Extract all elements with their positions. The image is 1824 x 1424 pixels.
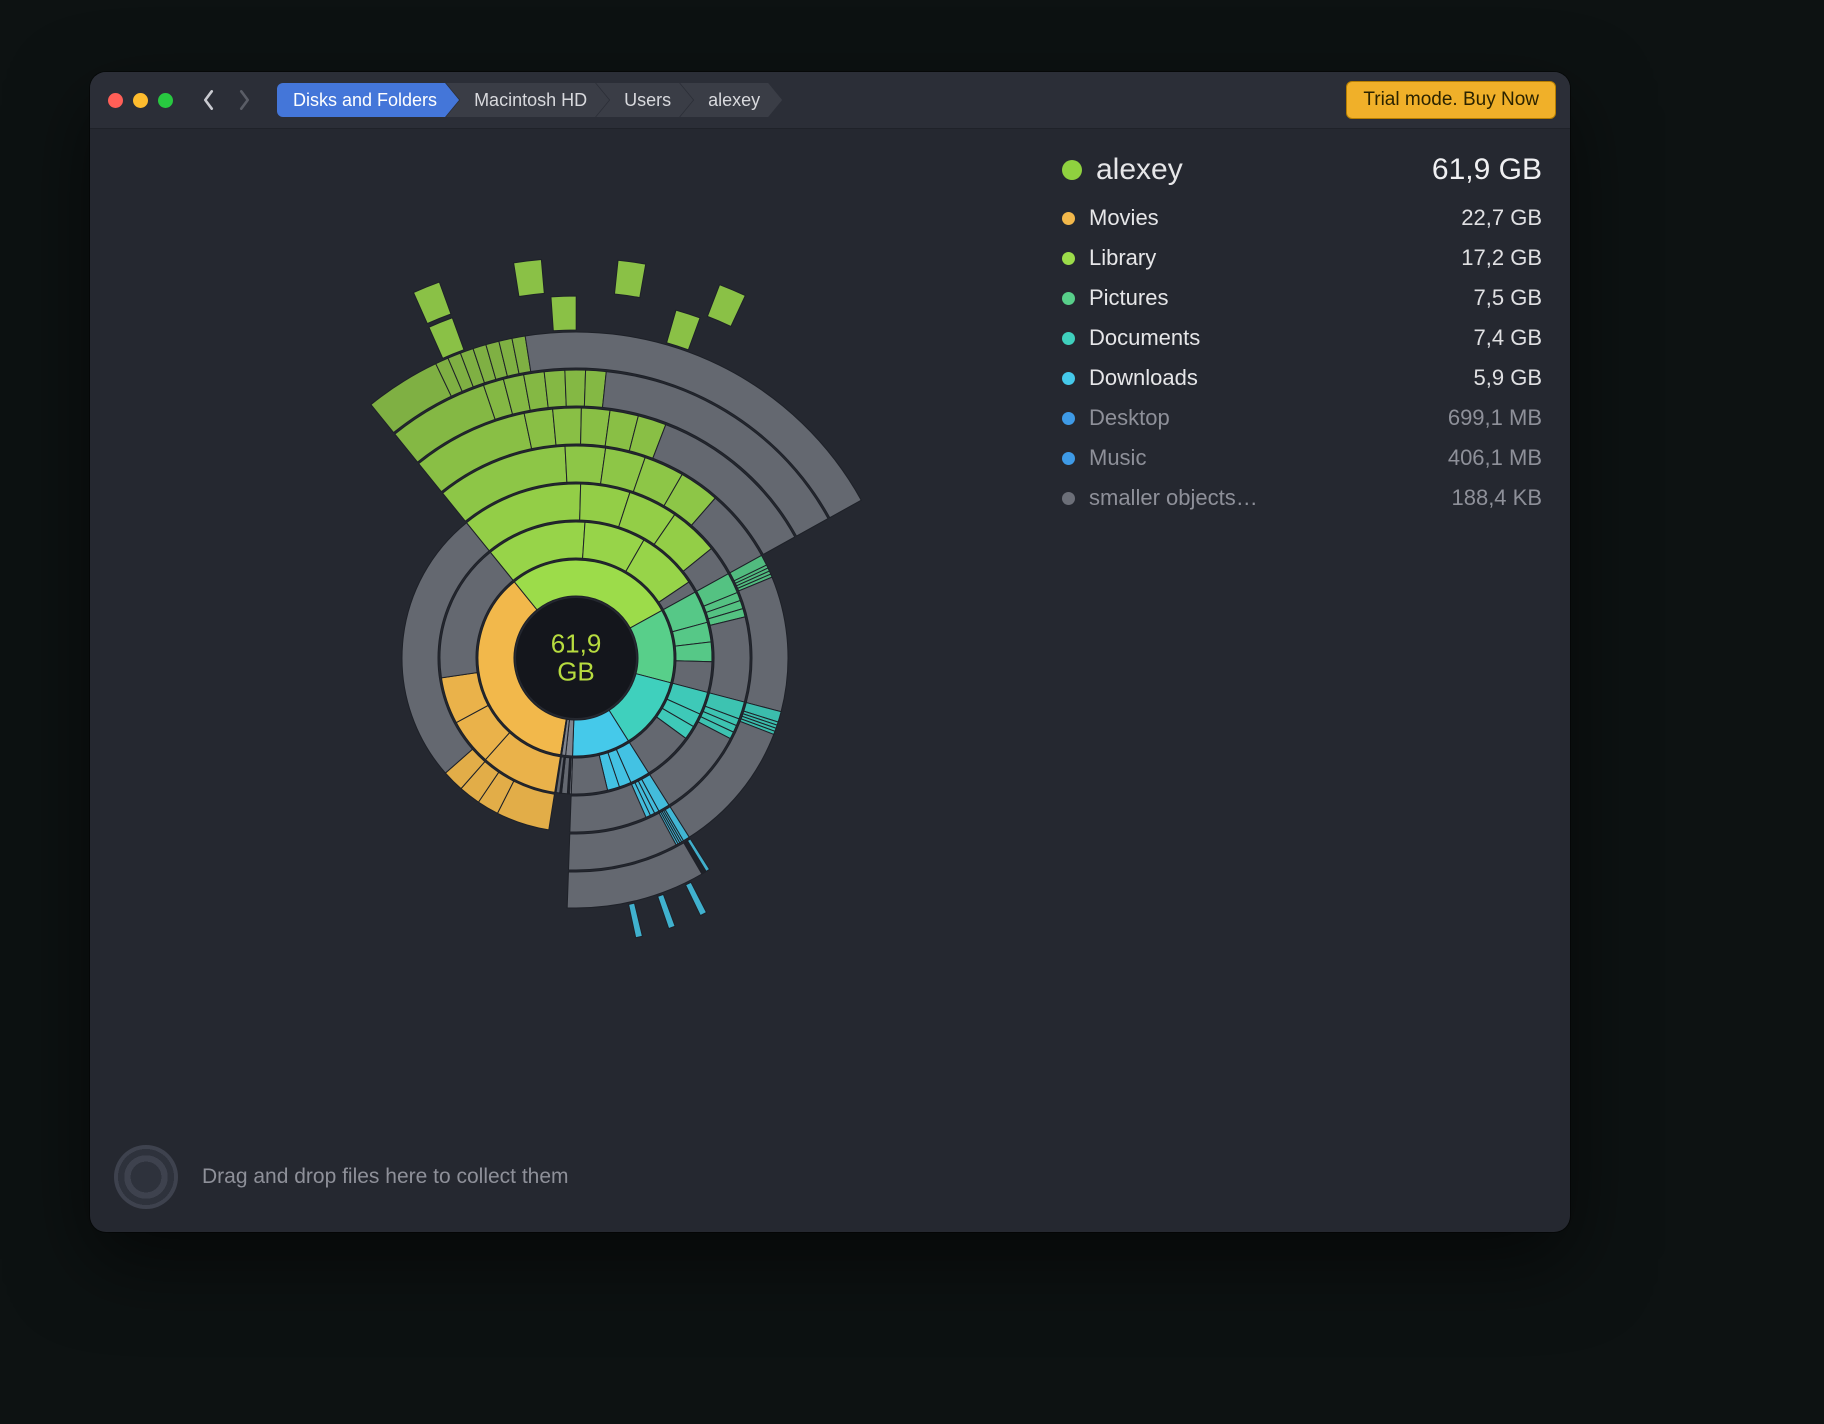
folder-size: 61,9 GB xyxy=(1432,153,1542,187)
sunburst-segment[interactable] xyxy=(544,371,566,408)
folder-name: alexey xyxy=(1096,153,1183,187)
sunburst-segment[interactable] xyxy=(710,617,750,702)
sunburst-segment[interactable] xyxy=(551,296,576,331)
legend-item-name: Library xyxy=(1089,241,1156,275)
legend-item-name: Downloads xyxy=(1089,361,1198,395)
legend-color-icon xyxy=(1062,212,1075,225)
legend-item[interactable]: Desktop 699,1 MB xyxy=(1062,401,1542,435)
sunburst-segment[interactable] xyxy=(614,261,645,298)
legend-list: Movies 22,7 GB Library 17,2 GB Pictures 7,5 G… xyxy=(1062,201,1542,515)
legend-item-size: 699,1 MB xyxy=(1448,401,1542,435)
breadcrumb: Disks and Folders Macintosh HD Users ale… xyxy=(277,83,782,117)
close-icon[interactable] xyxy=(108,93,123,108)
legend-panel: alexey 61,9 GB Movies 22,7 GB Library 17,2 … xyxy=(1062,129,1570,1232)
zoom-icon[interactable] xyxy=(158,93,173,108)
legend-item[interactable]: Library 17,2 GB xyxy=(1062,241,1542,275)
legend-item[interactable]: Documents 7,4 GB xyxy=(1062,321,1542,355)
back-button[interactable] xyxy=(197,85,219,115)
sunburst-segment[interactable] xyxy=(686,883,707,916)
sunburst-chart[interactable]: 61,9 GB xyxy=(90,129,1062,1232)
legend-color-icon xyxy=(1062,492,1075,505)
folder-color-icon xyxy=(1062,160,1082,180)
sunburst-segment[interactable] xyxy=(413,282,451,324)
legend-item[interactable]: Downloads 5,9 GB xyxy=(1062,361,1542,395)
sunburst-segment[interactable] xyxy=(667,311,700,351)
legend-item-name: Documents xyxy=(1089,321,1200,355)
legend-color-icon xyxy=(1062,292,1075,305)
legend-header: alexey 61,9 GB xyxy=(1062,153,1542,187)
sunburst-segment[interactable] xyxy=(565,446,606,484)
sunburst-segment[interactable] xyxy=(514,260,545,297)
legend-item-size: 5,9 GB xyxy=(1474,361,1542,395)
legend-item-name: Pictures xyxy=(1089,281,1168,315)
legend-item-name: Desktop xyxy=(1089,401,1170,435)
legend-item-size: 7,4 GB xyxy=(1474,321,1542,355)
breadcrumb-root[interactable]: Disks and Folders xyxy=(277,83,459,117)
sunburst-segment[interactable] xyxy=(658,895,675,929)
sunburst-segment[interactable] xyxy=(553,408,582,445)
legend-item-name: Music xyxy=(1089,441,1146,475)
legend-color-icon xyxy=(1062,332,1075,345)
window-controls xyxy=(108,93,173,108)
legend-item-name: Movies xyxy=(1089,201,1159,235)
breadcrumb-disk[interactable]: Macintosh HD xyxy=(446,83,609,117)
toolbar: Disks and Folders Macintosh HD Users ale… xyxy=(90,72,1570,129)
legend-item[interactable]: Pictures 7,5 GB xyxy=(1062,281,1542,315)
legend-item-name: smaller objects… xyxy=(1089,481,1258,515)
sunburst-segment[interactable] xyxy=(565,370,586,406)
legend-item[interactable]: Music 406,1 MB xyxy=(1062,441,1542,475)
sunburst-center[interactable] xyxy=(516,598,636,718)
buy-now-button[interactable]: Trial mode. Buy Now xyxy=(1346,81,1556,119)
breadcrumb-leaf[interactable]: alexey xyxy=(680,83,782,117)
legend-item-size: 188,4 KB xyxy=(1451,481,1542,515)
minimize-icon[interactable] xyxy=(133,93,148,108)
legend-color-icon xyxy=(1062,252,1075,265)
legend-item-size: 17,2 GB xyxy=(1461,241,1542,275)
legend-color-icon xyxy=(1062,452,1075,465)
breadcrumb-users[interactable]: Users xyxy=(596,83,693,117)
drop-area[interactable]: Drag and drop files here to collect them xyxy=(90,1122,1570,1232)
forward-button[interactable] xyxy=(233,85,255,115)
sunburst-segment[interactable] xyxy=(707,285,745,327)
sunburst-segment[interactable] xyxy=(429,318,464,359)
legend-item-size: 406,1 MB xyxy=(1448,441,1542,475)
legend-item-size: 22,7 GB xyxy=(1461,201,1542,235)
legend-item-size: 7,5 GB xyxy=(1474,281,1542,315)
legend-color-icon xyxy=(1062,372,1075,385)
drop-hint: Drag and drop files here to collect them xyxy=(202,1165,569,1189)
sunburst-segment[interactable] xyxy=(629,904,643,939)
legend-item[interactable]: smaller objects… 188,4 KB xyxy=(1062,481,1542,515)
drop-target-icon xyxy=(114,1145,178,1209)
legend-color-icon xyxy=(1062,412,1075,425)
app-window: Disks and Folders Macintosh HD Users ale… xyxy=(90,72,1570,1232)
legend-item[interactable]: Movies 22,7 GB xyxy=(1062,201,1542,235)
